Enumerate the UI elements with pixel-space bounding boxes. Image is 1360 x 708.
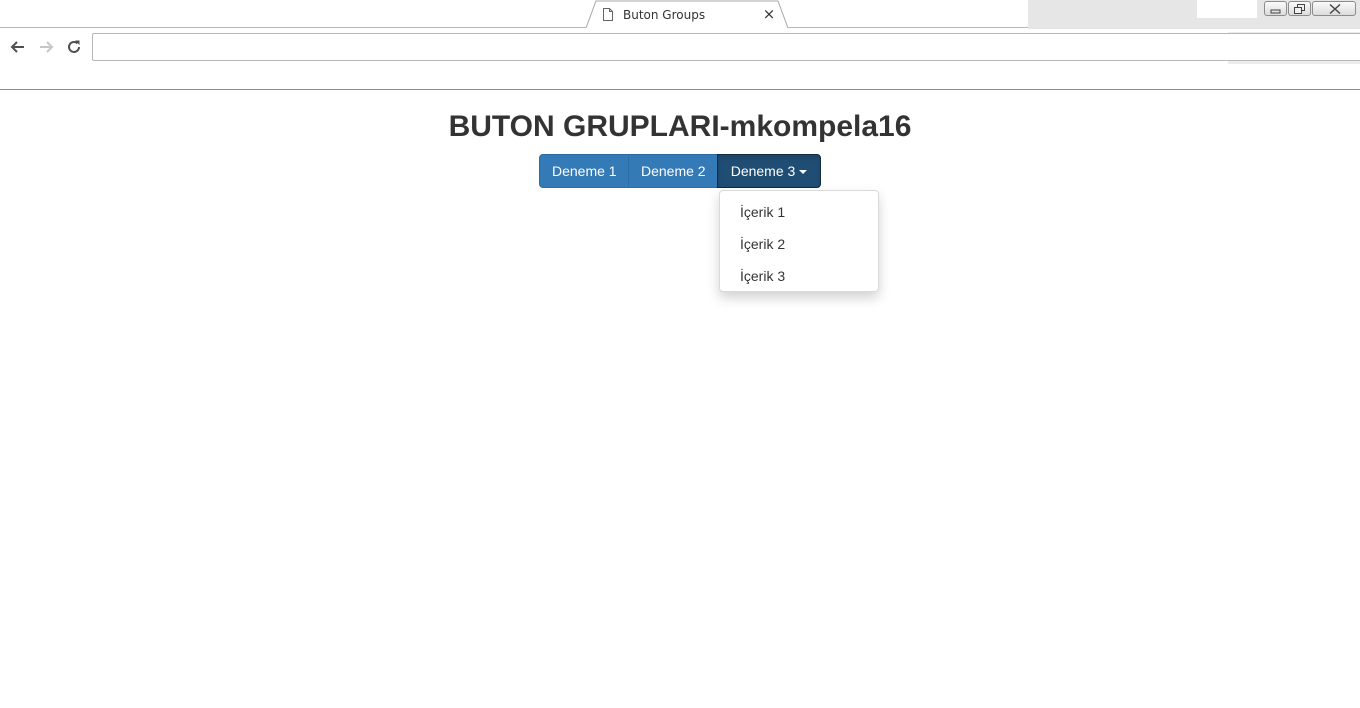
caret-down-icon (799, 170, 808, 175)
tab-strip-background (0, 0, 586, 28)
button-group: Deneme 1 Deneme 2 Deneme 3 (539, 154, 821, 188)
tab-strip: Buton Groups × (0, 0, 1360, 29)
back-button[interactable] (8, 37, 28, 57)
document-icon (603, 8, 613, 21)
dropdown-menu: İçerik 1 İçerik 2 İçerik 3 (719, 190, 879, 292)
deneme-2-button[interactable]: Deneme 2 (628, 154, 718, 188)
browser-tab[interactable]: Buton Groups × (586, 0, 788, 29)
tab-strip-background-right (786, 0, 1028, 28)
window-title-area (1197, 0, 1257, 18)
content-divider (0, 89, 1360, 90)
deneme-3-dropdown-button[interactable]: Deneme 3 (717, 154, 821, 188)
tab-close-icon[interactable]: × (762, 6, 776, 22)
reload-button[interactable] (64, 37, 84, 57)
restore-button[interactable] (1288, 1, 1311, 16)
tab-title: Buton Groups (623, 8, 706, 22)
close-icon (1329, 4, 1341, 14)
dropdown-item-icerik-2[interactable]: İçerik 2 (720, 228, 878, 260)
back-arrow-icon (10, 41, 24, 53)
forward-arrow-icon (40, 41, 54, 53)
page-title: BUTON GRUPLARI-mkompela16 (448, 110, 912, 143)
restore-icon (1294, 4, 1305, 14)
forward-button[interactable] (36, 37, 56, 57)
dropdown-item-icerik-1[interactable]: İçerik 1 (720, 196, 878, 228)
dropdown-item-icerik-3[interactable]: İçerik 3 (720, 260, 878, 292)
address-bar[interactable] (92, 33, 1360, 61)
close-window-button[interactable] (1312, 1, 1356, 16)
reload-icon (68, 40, 80, 53)
minimize-icon (1270, 9, 1281, 14)
deneme-1-button[interactable]: Deneme 1 (539, 154, 629, 188)
minimize-button[interactable] (1264, 1, 1287, 16)
deneme-3-label: Deneme 3 (730, 163, 796, 179)
